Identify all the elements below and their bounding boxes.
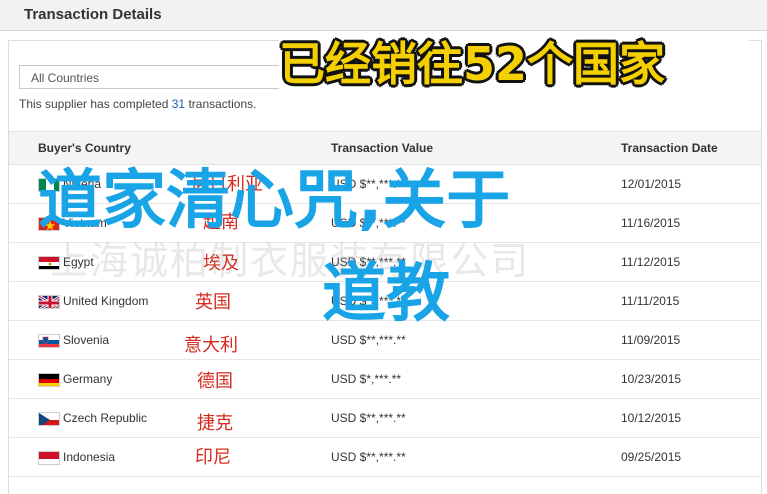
row-date: 10/12/2015 — [621, 411, 682, 425]
table-row[interactable]: Czech Republic 捷克 USD $**,***.** 10/12/2… — [9, 398, 761, 438]
row-country-cn: 英国 — [195, 292, 231, 313]
column-transaction-date: Transaction Date — [621, 141, 718, 155]
row-date: 11/12/2015 — [621, 255, 681, 269]
export-banner: 已经销往52个国家 — [279, 33, 749, 95]
row-date: 11/11/2015 — [621, 294, 680, 308]
row-value: USD $**,***.** — [331, 333, 406, 347]
row-date: 10/23/2015 — [621, 372, 682, 386]
column-buyers-country: Buyer's Country — [38, 141, 131, 155]
flag-czech-icon — [38, 412, 60, 426]
flag-germany-icon — [38, 373, 60, 387]
row-country: Czech Republic — [63, 411, 148, 425]
row-value: USD $**,***.** — [331, 411, 406, 425]
row-date: 11/16/2015 — [621, 216, 681, 230]
flag-uk-icon — [38, 295, 60, 309]
flag-indonesia-icon — [38, 451, 60, 465]
table-row[interactable]: Germany 德国 USD $*,***.** 10/23/2015 — [9, 359, 761, 399]
overlay-headline-line2: 道教 — [322, 257, 450, 331]
row-country-cn: 德国 — [197, 371, 233, 392]
row-date: 11/09/2015 — [621, 333, 681, 347]
row-country-cn: 意大利 — [184, 335, 238, 356]
row-country-cn: 捷克 — [197, 413, 233, 434]
export-banner-text: 已经销往52个国家 — [279, 37, 666, 91]
row-value: USD $**,***.** — [331, 450, 406, 464]
company-watermark: 上海诚柏制衣服装有限公司 — [50, 239, 531, 283]
table-row[interactable]: Indonesia 印尼 USD $**,***.** 09/25/2015 — [9, 437, 761, 477]
transaction-summary: This supplier has completed 31 transacti… — [19, 97, 257, 111]
country-filter-value: All Countries — [31, 71, 100, 85]
row-date: 09/25/2015 — [621, 450, 682, 464]
flag-slovenia-icon — [38, 334, 60, 348]
row-country: United Kingdom — [63, 294, 149, 308]
row-country: Germany — [63, 372, 113, 386]
page-title: Transaction Details — [24, 6, 162, 23]
row-country: Indonesia — [63, 450, 116, 464]
page-header: Transaction Details — [0, 0, 767, 31]
column-transaction-value: Transaction Value — [331, 141, 434, 155]
table-header: Buyer's Country Transaction Value Transa… — [9, 131, 761, 165]
overlay-headline-line1: 道家清心咒,关于 — [38, 164, 511, 238]
row-value: USD $*,***.** — [331, 372, 402, 386]
transaction-count: 31 — [171, 97, 186, 111]
row-date: 12/01/2015 — [621, 177, 682, 191]
row-country-cn: 印尼 — [195, 447, 231, 468]
row-country: Slovenia — [63, 333, 110, 347]
